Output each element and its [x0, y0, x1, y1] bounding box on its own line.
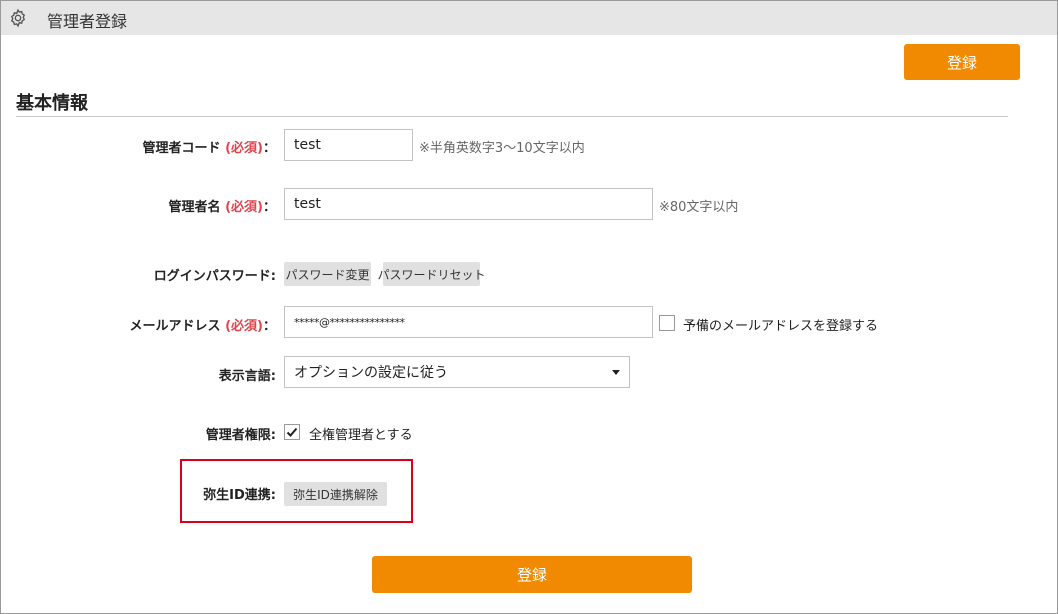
admin-code-label: 管理者コード (必須)： [142, 141, 276, 156]
email-input[interactable]: *****@*************** [284, 306, 653, 338]
spare-email-label: 予備のメールアドレスを登録する [683, 319, 879, 334]
admin-name-label: 管理者名 (必須)： [168, 200, 276, 215]
title-bar: 管理者登録 [1, 1, 1057, 35]
section-title: 基本情報 [16, 93, 88, 114]
register-button-top[interactable]: 登録 [904, 44, 1020, 80]
admin-name-input[interactable]: test [284, 188, 653, 220]
email-label: メールアドレス (必須)： [129, 319, 276, 334]
caret-down-icon [612, 369, 620, 375]
highlight-frame [180, 459, 413, 523]
language-label: 表示言語: [218, 369, 276, 384]
full-admin-checkbox[interactable] [284, 424, 300, 440]
full-admin-label: 全権管理者とする [309, 428, 413, 443]
gear-icon [10, 8, 26, 28]
required-mark: (必須) [225, 141, 263, 156]
language-selected-value: オプションの設定に従う [294, 365, 448, 381]
admin-code-input[interactable]: test [284, 129, 413, 161]
register-button-bottom[interactable]: 登録 [372, 556, 692, 593]
language-select[interactable]: オプションの設定に従う [284, 356, 630, 388]
page-title: 管理者登録 [47, 12, 128, 31]
check-icon [286, 427, 298, 437]
login-password-label: ログインパスワード: [153, 269, 276, 284]
required-mark: (必須) [225, 319, 263, 334]
admin-name-hint: ※80文字以内 [659, 200, 739, 215]
password-change-button[interactable]: パスワード変更 [284, 262, 371, 286]
spare-email-checkbox[interactable] [659, 315, 675, 331]
section-divider [16, 116, 1008, 117]
admin-authority-label: 管理者権限: [205, 428, 276, 443]
required-mark: (必須) [225, 200, 263, 215]
password-reset-button[interactable]: パスワードリセット [378, 262, 486, 286]
admin-code-hint: ※半角英数字3～10文字以内 [419, 141, 585, 156]
